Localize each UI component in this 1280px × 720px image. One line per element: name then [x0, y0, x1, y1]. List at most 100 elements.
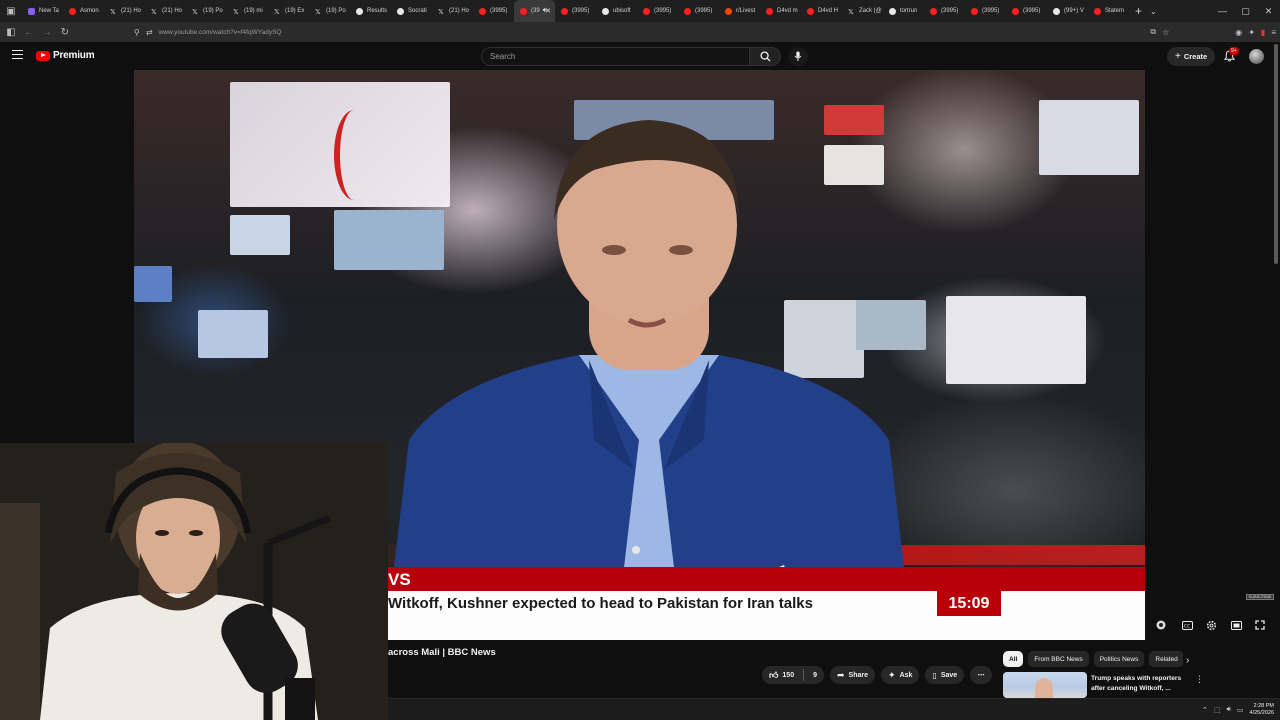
browser-tab[interactable]: 𝕏 (21) Ho: [104, 0, 145, 22]
chevron-right-icon[interactable]: ›: [1186, 655, 1189, 666]
browser-tab[interactable]: 𝕏 (21) Ho: [145, 0, 186, 22]
browser-tab[interactable]: (3995): [637, 0, 678, 22]
taskbar-clock[interactable]: 2:28 PM 4/25/2026: [1250, 703, 1274, 717]
youtube-play-logo-icon: [36, 50, 50, 61]
browser-tab[interactable]: tortrun: [883, 0, 924, 22]
profile-icon[interactable]: ◉: [1235, 28, 1242, 37]
youtube-icon: [807, 7, 814, 15]
fullscreen-button[interactable]: [1253, 618, 1267, 632]
browser-tab[interactable]: ubisoft: [596, 0, 637, 22]
sidebar-toggle-icon[interactable]: ◧: [2, 27, 20, 38]
studio-monitor: [946, 296, 1086, 384]
browser-tab[interactable]: (99+) V: [1047, 0, 1088, 22]
browser-menu-icon[interactable]: ≡: [1271, 28, 1276, 37]
browser-tab[interactable]: 𝕏 (19) Po: [309, 0, 350, 22]
reload-icon[interactable]: ↻: [56, 27, 74, 38]
account-avatar[interactable]: [1249, 49, 1264, 64]
system-tray: ⌃ ⬚ 🔊︎ ▭ 2:28 PM 4/25/2026: [1202, 699, 1274, 720]
scrollbar-thumb[interactable]: [1274, 44, 1278, 264]
settings-button[interactable]: [1204, 618, 1218, 632]
like-count[interactable]: 150: [782, 672, 794, 679]
captions-button[interactable]: CC: [1180, 618, 1194, 632]
filter-chip[interactable]: All: [1003, 651, 1024, 667]
browser-tab-label: (99+) V: [1064, 8, 1084, 14]
youtube-icon: [479, 7, 486, 15]
tab-search-icon[interactable]: ⌄: [1150, 7, 1157, 16]
browser-tab[interactable]: Results: [350, 0, 391, 22]
browser-tab[interactable]: D4vd H: [801, 0, 842, 22]
workspaces-icon[interactable]: ▣: [0, 0, 22, 22]
url-text: www.youtube.com/watch?v=f4fqWYadySQ: [158, 28, 282, 36]
voice-search-button[interactable]: [788, 47, 808, 66]
page-scrollbar[interactable]: [1274, 44, 1278, 644]
thumbs-up-icon[interactable]: 👍︎: [769, 670, 778, 681]
forward-icon[interactable]: →: [38, 27, 56, 38]
browser-tab[interactable]: (3995): [555, 0, 596, 22]
browser-tab[interactable]: (3995): [1006, 0, 1047, 22]
browser-tab-icon: [28, 7, 35, 15]
comment-count[interactable]: 9: [813, 672, 817, 679]
browser-tab[interactable]: D4vd m: [760, 0, 801, 22]
browser-tab[interactable]: 𝕏 (19) Ex: [268, 0, 309, 22]
search-input[interactable]: Search: [481, 47, 749, 66]
filter-chip[interactable]: Politics News: [1093, 651, 1145, 667]
browser-tab[interactable]: Asmon: [63, 0, 104, 22]
volume-icon[interactable]: 🔊︎: [1226, 706, 1230, 714]
autoplay-toggle[interactable]: [1154, 618, 1168, 632]
guide-menu-icon[interactable]: [12, 50, 23, 59]
ask-button[interactable]: ✦ Ask: [881, 666, 920, 684]
browser-tab[interactable]: 𝕏 Zack (@: [842, 0, 883, 22]
theater-mode-button[interactable]: [1229, 618, 1243, 632]
browser-tab[interactable]: New Ta: [22, 0, 63, 22]
recommendation-title[interactable]: Trump speaks with reporters after cancel…: [1091, 674, 1191, 694]
x-icon: 𝕏: [848, 8, 854, 16]
more-actions-button[interactable]: ⋯: [970, 666, 993, 684]
close-window-icon[interactable]: ✕: [1257, 0, 1280, 22]
bookmark-icon[interactable]: ☆: [1162, 28, 1169, 37]
browser-tab[interactable]: r/Livest: [719, 0, 760, 22]
browser-tab[interactable]: Socrati: [391, 0, 432, 22]
browser-tab[interactable]: (39 🔊︎ ✕: [514, 0, 555, 22]
x-icon: 𝕏: [110, 8, 116, 16]
save-button[interactable]: ▯ Save: [925, 666, 965, 684]
extension-icon[interactable]: ▮: [1261, 28, 1265, 37]
browser-tab[interactable]: (3995): [473, 0, 514, 22]
filter-chip[interactable]: From BBC News: [1028, 651, 1089, 667]
subscribe-watermark[interactable]: SUBSCRIBE: [1246, 594, 1274, 600]
browser-tab[interactable]: (3995): [678, 0, 719, 22]
notification-badge: 9+: [1229, 47, 1239, 55]
site-icon: [356, 7, 363, 15]
maximize-icon[interactable]: ▢: [1234, 0, 1257, 22]
close-tab-icon[interactable]: ✕: [545, 7, 551, 15]
new-tab-icon[interactable]: +: [1135, 4, 1142, 18]
back-icon[interactable]: ←: [20, 27, 38, 38]
battery-icon[interactable]: ▭: [1237, 706, 1244, 714]
connection-icon[interactable]: ⇄: [146, 28, 153, 37]
browser-tab[interactable]: 𝕏 (19) Po: [186, 0, 227, 22]
install-app-icon[interactable]: ⧉: [1150, 27, 1156, 37]
browser-tab-label: (3995): [982, 8, 1000, 14]
create-button[interactable]: + Create: [1167, 47, 1216, 66]
recommendation-thumbnail[interactable]: [1003, 672, 1087, 698]
chevron-up-icon[interactable]: ⌃: [1202, 706, 1208, 714]
browser-tab[interactable]: Statem: [1088, 0, 1129, 22]
youtube-icon: [561, 7, 568, 15]
site-info-icon[interactable]: ⚲: [134, 28, 140, 37]
minimize-icon[interactable]: —: [1211, 0, 1234, 22]
youtube-masthead: Premium Search + Create: [0, 42, 1280, 70]
browser-tab-label: (21) Ho: [121, 8, 142, 14]
browser-tab[interactable]: 𝕏 (19) mi: [227, 0, 268, 22]
url-field[interactable]: ⚲ ⇄ www.youtube.com/watch?v=f4fqWYadySQ: [134, 28, 281, 37]
video-title: across Mali | BBC News: [388, 647, 496, 658]
filter-chip[interactable]: Related: [1149, 651, 1183, 667]
search-button[interactable]: [749, 47, 781, 66]
share-button[interactable]: ➦ Share: [830, 666, 876, 684]
extensions-icon[interactable]: ✦: [1248, 28, 1255, 37]
browser-tab[interactable]: (3995): [965, 0, 1006, 22]
browser-tab[interactable]: 𝕏 (21) Ho: [432, 0, 473, 22]
logo-text: Premium: [53, 50, 95, 61]
more-vertical-icon[interactable]: ⋮: [1195, 674, 1204, 685]
browser-tab[interactable]: (3995): [924, 0, 965, 22]
network-icon[interactable]: ⬚: [1214, 706, 1221, 714]
youtube-logo[interactable]: Premium: [36, 50, 95, 61]
